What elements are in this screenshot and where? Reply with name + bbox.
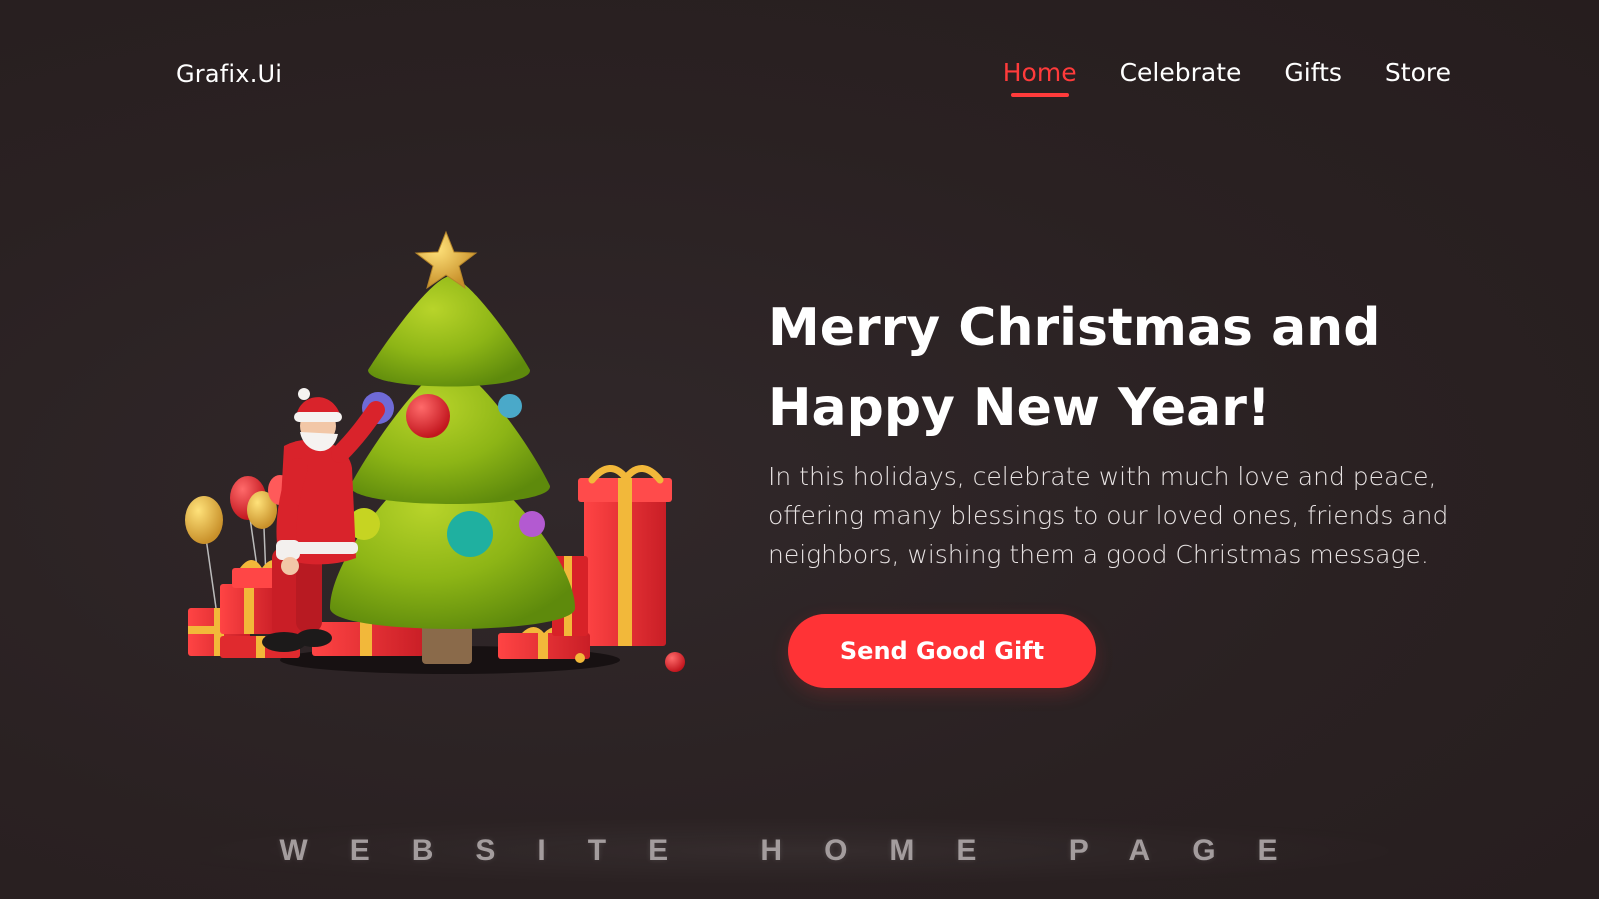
gift-box-tall-icon bbox=[578, 465, 672, 646]
send-good-gift-button[interactable]: Send Good Gift bbox=[788, 614, 1096, 688]
hero-description: In this holidays, celebrate with much lo… bbox=[768, 462, 1449, 569]
nav-item-gifts[interactable]: Gifts bbox=[1284, 58, 1342, 93]
footer-caption: WEBSITE HOME PAGE bbox=[200, 818, 1399, 884]
home-page: Grafix.Ui Home Celebrate Gifts Store Mer… bbox=[0, 0, 1599, 899]
hero-title-line1: Merry Christmas and bbox=[768, 298, 1381, 358]
main-nav: Home Celebrate Gifts Store bbox=[1003, 58, 1451, 97]
footer-caption-text: WEBSITE HOME PAGE bbox=[279, 834, 1320, 867]
christmas-tree-illustration bbox=[185, 230, 685, 674]
nav-item-home[interactable]: Home bbox=[1003, 58, 1077, 97]
brand-logo[interactable]: Grafix.Ui bbox=[176, 60, 282, 88]
hero-title: Merry Christmas and Happy New Year! bbox=[768, 288, 1488, 448]
nav-item-celebrate[interactable]: Celebrate bbox=[1120, 58, 1242, 93]
hero-title-line2: Happy New Year! bbox=[768, 378, 1271, 438]
nav-item-store[interactable]: Store bbox=[1385, 58, 1451, 93]
